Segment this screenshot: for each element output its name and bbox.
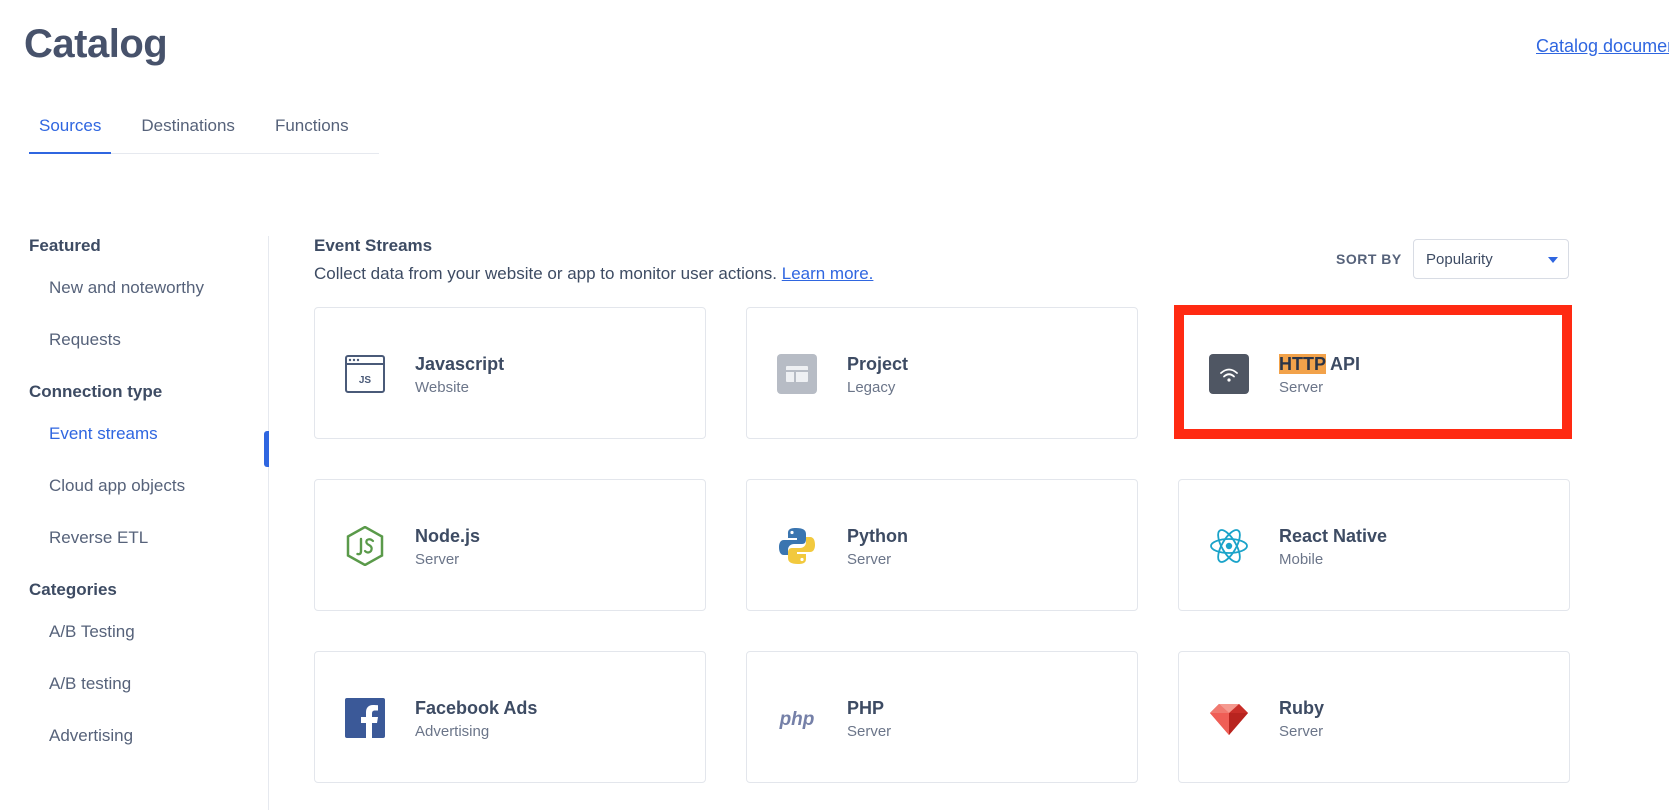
card-type: Server — [847, 551, 892, 568]
source-card-javascript[interactable]: JS Javascript Website — [314, 307, 706, 439]
card-name: PHP — [847, 698, 885, 718]
card-name: Javascript — [415, 354, 505, 374]
card-type: Website — [415, 379, 469, 396]
python-icon — [779, 528, 815, 564]
card-type: Server — [415, 551, 460, 568]
sidebar-item-ab-testing-lower[interactable]: A/B testing — [49, 674, 131, 694]
card-type: Server — [1279, 723, 1324, 740]
source-card-ruby[interactable]: Ruby Server — [1178, 651, 1570, 783]
react-icon — [1210, 529, 1248, 563]
sidebar-divider — [268, 236, 269, 810]
ruby-icon — [1210, 704, 1248, 735]
sidebar-item-new-and-noteworthy[interactable]: New and noteworthy — [49, 278, 204, 298]
card-type: Legacy — [847, 379, 896, 396]
source-card-nodejs[interactable]: Node.js Server — [314, 479, 706, 611]
sidebar-heading-connection-type: Connection type — [29, 382, 163, 401]
page-title: Catalog — [24, 22, 168, 66]
tab-sources[interactable]: Sources — [29, 108, 112, 154]
source-card-react-native[interactable]: React Native Mobile — [1178, 479, 1570, 611]
tab-functions[interactable]: Functions — [265, 108, 359, 154]
sidebar-item-reverse-etl[interactable]: Reverse ETL — [49, 528, 148, 548]
sidebar-heading-categories: Categories — [29, 580, 117, 599]
sidebar-item-advertising[interactable]: Advertising — [49, 726, 133, 746]
php-icon-label: php — [779, 709, 815, 730]
nodejs-icon — [346, 526, 384, 566]
card-type: Mobile — [1279, 551, 1324, 568]
source-card-facebook-ads[interactable]: Facebook Ads Advertising — [314, 651, 706, 783]
source-card-php[interactable]: php PHP Server — [746, 651, 1138, 783]
javascript-icon: JS — [345, 355, 385, 393]
sidebar-item-requests[interactable]: Requests — [49, 330, 121, 350]
learn-more-link[interactable]: Learn more. — [782, 264, 874, 283]
sidebar-item-cloud-app-objects[interactable]: Cloud app objects — [49, 476, 185, 496]
card-type: Server — [847, 723, 892, 740]
sidebar-heading-featured: Featured — [29, 236, 101, 255]
facebook-icon — [345, 698, 385, 738]
card-name: Python — [847, 526, 908, 546]
card-type: Advertising — [415, 723, 490, 740]
card-type: Server — [1279, 379, 1324, 396]
sort-select[interactable]: Popularity — [1413, 239, 1569, 279]
source-card-python[interactable]: Python Server — [746, 479, 1138, 611]
source-card-http-api[interactable]: HTTP API Server — [1178, 307, 1570, 439]
javascript-icon-label: JS — [359, 375, 372, 386]
search-match-highlight: HTTP — [1279, 354, 1326, 374]
card-name-rest: API — [1325, 354, 1361, 374]
wifi-icon — [1209, 354, 1249, 394]
section-description: Collect data from your website or app to… — [314, 264, 873, 284]
sort-select-value: Popularity — [1426, 251, 1493, 268]
section-description-text: Collect data from your website or app to… — [314, 264, 777, 283]
section-title: Event Streams — [314, 236, 433, 255]
source-card-project[interactable]: Project Legacy — [746, 307, 1138, 439]
card-name: Ruby — [1279, 698, 1324, 718]
tab-destinations[interactable]: Destinations — [131, 108, 245, 154]
card-name: Node.js — [415, 526, 481, 546]
php-icon: php — [779, 709, 815, 730]
card-name: React Native — [1279, 526, 1388, 546]
sidebar-item-ab-testing[interactable]: A/B Testing — [49, 622, 135, 642]
catalog-tabs: Sources Destinations Functions — [29, 108, 379, 154]
card-name: Project — [847, 354, 909, 374]
active-item-indicator — [264, 431, 269, 467]
project-icon — [777, 354, 817, 394]
sidebar-item-event-streams[interactable]: Event streams — [49, 424, 158, 444]
card-name: HTTP API — [1279, 354, 1360, 375]
catalog-documentation-link[interactable]: Catalog documentation — [1536, 36, 1669, 57]
sort-by-label: SORT BY — [1336, 251, 1402, 267]
card-name: Facebook Ads — [415, 698, 538, 718]
chevron-down-icon — [1548, 257, 1558, 263]
